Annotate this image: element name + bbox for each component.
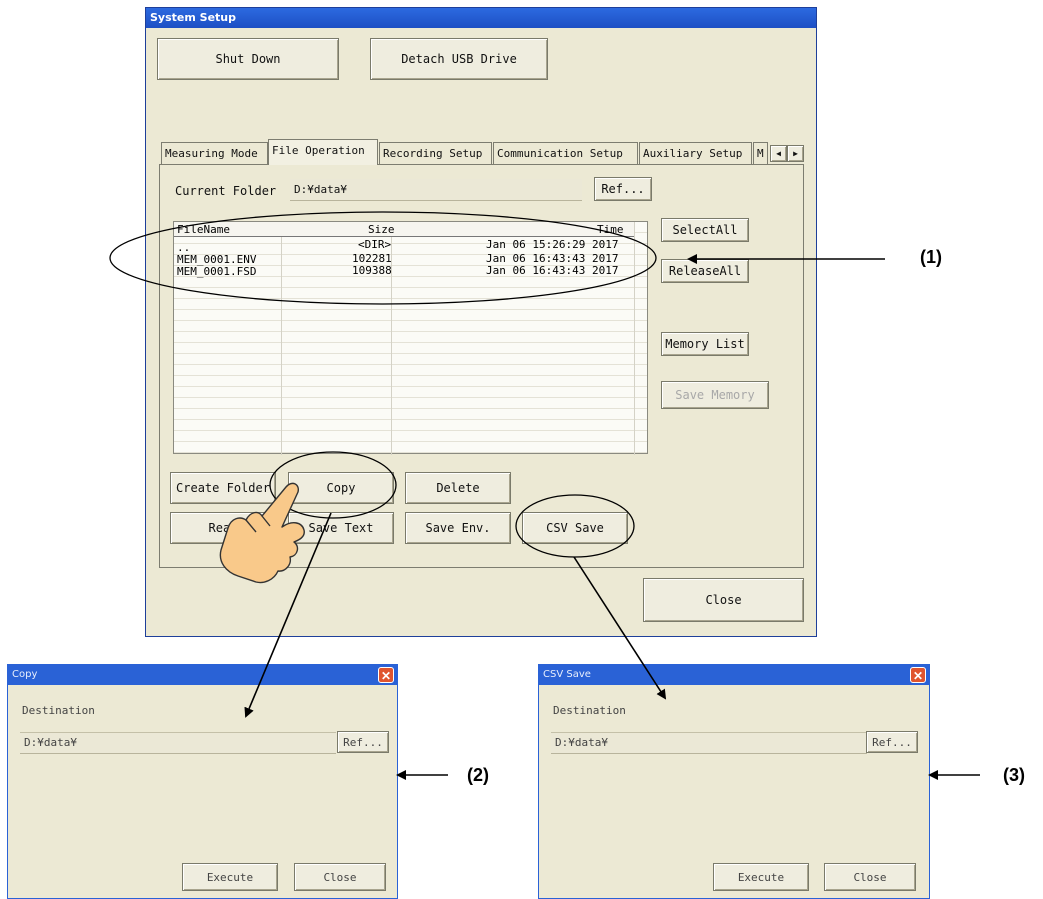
- annotation-label-1: (1): [920, 247, 942, 267]
- annotation-label-2: (2): [467, 765, 489, 785]
- tab-file-operation[interactable]: File Operation: [268, 139, 378, 165]
- annotation-label-3: (3): [1003, 765, 1025, 785]
- file-list-highlight-ellipse: [109, 211, 657, 305]
- annotation-overlay: [109, 211, 980, 780]
- csv-save-highlight-ellipse: [515, 494, 635, 558]
- arrow-csv-dialog: [573, 556, 667, 700]
- pointing-hand-icon: [219, 482, 305, 584]
